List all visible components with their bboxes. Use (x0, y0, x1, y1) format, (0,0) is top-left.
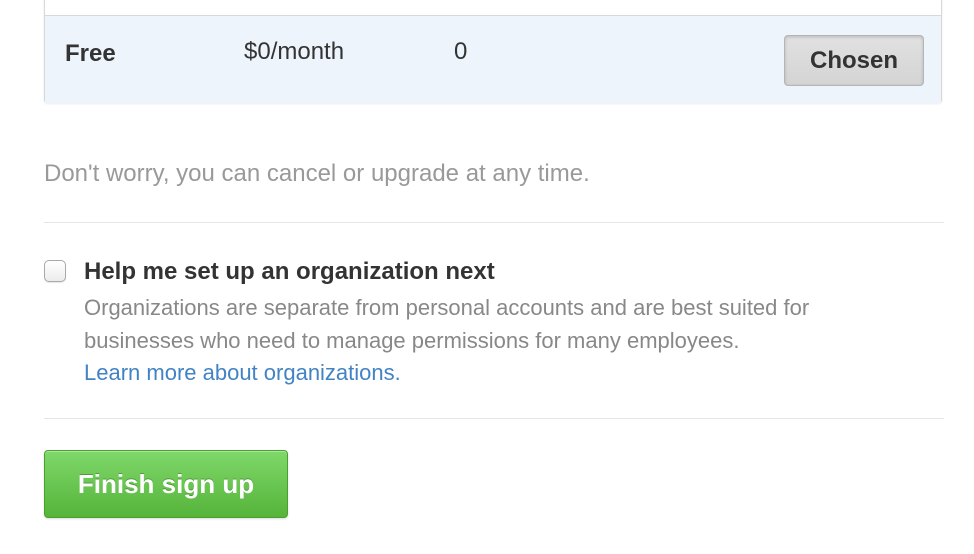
cancel-upgrade-note: Don't worry, you can cancel or upgrade a… (44, 160, 590, 187)
plan-name: Free (65, 40, 116, 67)
plan-row-free[interactable]: Free $0/month 0 Chosen (45, 16, 941, 103)
organization-description: Organizations are separate from personal… (84, 295, 810, 353)
divider (44, 418, 944, 419)
plan-private-repos: 0 (454, 38, 468, 65)
organization-checkbox-label[interactable]: Help me set up an organization next (84, 256, 495, 288)
divider (44, 222, 944, 223)
plan-price: $0/month (244, 38, 345, 65)
plan-table-previous-row (45, 0, 941, 16)
learn-more-organizations-link[interactable]: Learn more about organizations. (84, 356, 401, 389)
finish-sign-up-button[interactable]: Finish sign up (44, 450, 288, 518)
signup-page: Free $0/month 0 Chosen Don't worry, you … (0, 0, 974, 554)
chosen-button[interactable]: Chosen (784, 35, 924, 86)
organization-checkbox[interactable] (44, 260, 66, 282)
plan-table: Free $0/month 0 Chosen (44, 0, 942, 103)
